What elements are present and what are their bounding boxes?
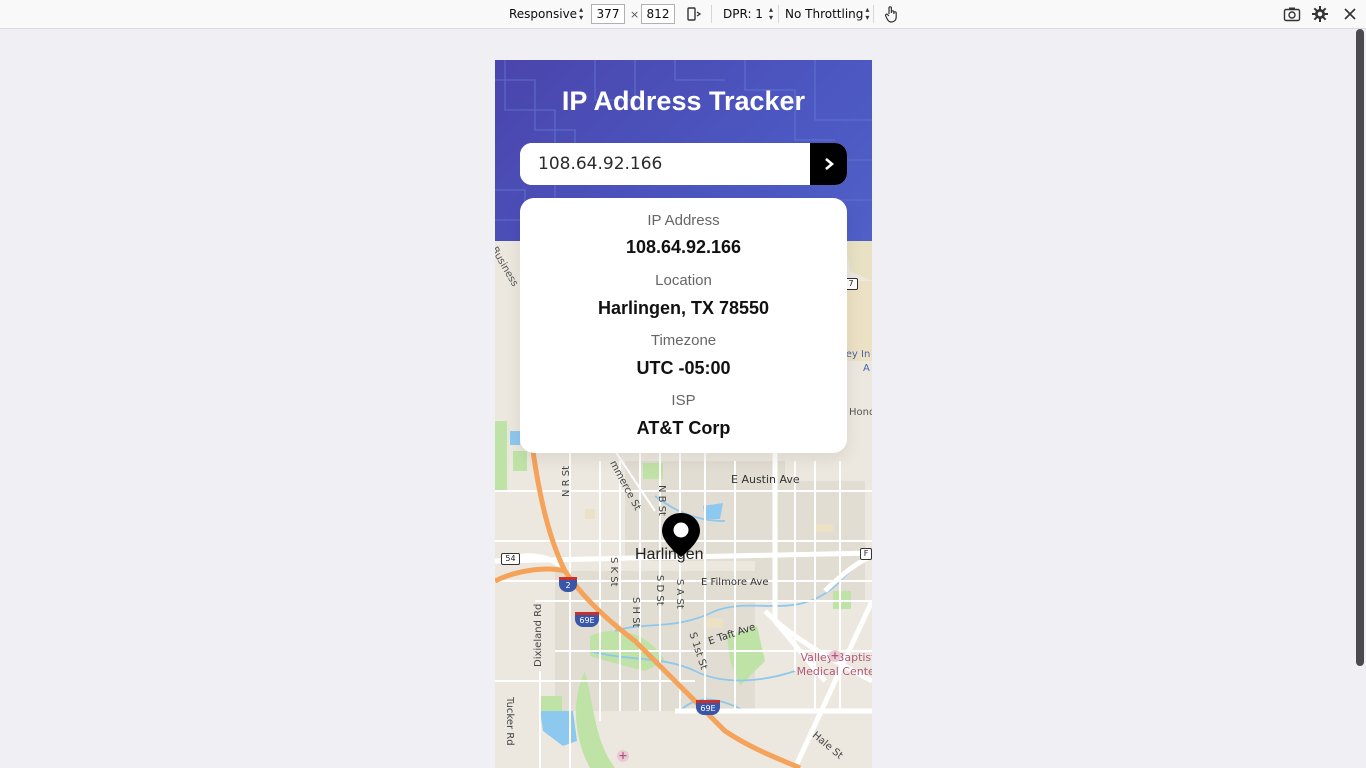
page-scrollbar[interactable] [1356,29,1364,666]
ip-info-card: IP Address 108.64.92.166 Location Harlin… [520,198,847,453]
route-shield: 54 [501,553,520,565]
interstate-shield: 69E [696,700,720,715]
search-bar [520,143,847,185]
isp-value: AT&T Corp [636,418,731,438]
map-label: E Austin Ave [731,473,800,486]
settings-icon[interactable] [1310,4,1330,24]
route-shield: F [860,548,872,560]
select-caret-icon: ▴ ▾ [768,5,773,22]
separator [778,5,779,23]
interstate-shield: 69E [575,612,599,627]
map-label: S D St [654,575,665,606]
rotate-icon[interactable] [684,4,704,24]
map-label: S A St [674,579,685,609]
map-label: A [863,363,870,374]
select-caret-icon: ▴ ▾ [865,5,870,22]
map-label: S H St [630,597,641,628]
ip-address-value: 108.64.92.166 [625,237,742,257]
screenshot-icon[interactable] [1282,4,1302,24]
dpr-label: DPR: 1 [723,7,763,21]
location-label: Location [655,272,712,289]
interstate-shield: 2 [559,577,577,592]
map-label: ley In [843,349,871,360]
hospital-icon: + [829,649,841,662]
map-label: N R St [561,465,572,497]
map-label: E Filmore Ave [701,577,769,588]
timezone-value: UTC -05:00 [636,358,731,378]
separator [711,5,712,23]
map-label: Hond [849,407,872,418]
location-pin-icon[interactable] [661,512,701,558]
chevron-right-icon [824,158,834,170]
hospital-label-line2: Medical Center [796,665,872,678]
ip-address-label: IP Address [647,212,720,229]
separator [873,5,874,23]
device-select[interactable]: Responsive ▴ ▾ [509,0,583,28]
isp-label: ISP [671,392,696,409]
map-label: Dixieland Rd [533,603,544,667]
width-input[interactable]: 377 [591,4,625,24]
select-caret-icon: ▴ ▾ [579,5,584,22]
devtools-toolbar: Responsive ▴ ▾ 377 × 812 DPR: 1 ▴ ▾ No Thr… [0,0,1366,29]
timezone-label: Timezone [650,332,717,349]
height-input[interactable]: 812 [641,4,675,24]
device-select-label: Responsive [509,7,578,21]
location-value: Harlingen, TX 78550 [597,298,770,318]
dpr-select[interactable]: DPR: 1 ▴ ▾ [723,0,773,28]
search-submit-button[interactable] [810,143,847,185]
hospital-icon: + [617,749,629,762]
touch-icon[interactable] [881,4,901,24]
map-label: Tucker Rd [504,697,515,746]
map-label: S K St [608,557,619,587]
close-icon[interactable] [1340,4,1360,24]
device-viewport: Business mmerce St N R St N B St E Austi… [495,60,872,768]
throttling-select[interactable]: No Throttling ▴ ▾ [785,0,869,28]
ip-search-input[interactable] [520,143,810,185]
page-title: IP Address Tracker [561,86,806,116]
throttling-label: No Throttling [785,7,864,21]
times-sign: × [630,7,640,21]
